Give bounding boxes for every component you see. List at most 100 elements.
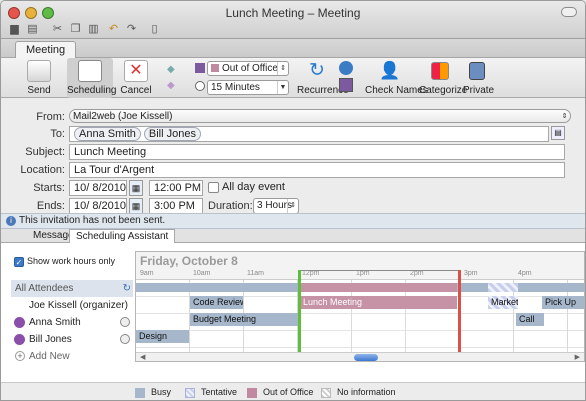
tab-scheduling-assistant[interactable]: Scheduling Assistant <box>69 229 176 243</box>
calendar-icon[interactable]: ▦ <box>129 180 143 196</box>
reminder-select[interactable]: 15 Minutes ▼ <box>207 80 289 95</box>
recurrence-label: Recurrence <box>297 85 349 96</box>
from-value: Mail2web (Joe Kissell) <box>73 111 173 122</box>
print-icon[interactable]: ▤ <box>26 23 39 35</box>
scheduling-assistant: ✓ Show work hours only All Attendees ↻ J… <box>1 243 585 382</box>
hour-label: 11am <box>247 270 264 277</box>
appointment-block[interactable]: Call <box>516 313 544 326</box>
all-attendees-tentative-bar <box>488 283 518 292</box>
tentative-swatch <box>185 388 195 398</box>
paste-icon[interactable]: ▥ <box>87 23 100 35</box>
address-book-icon[interactable]: ▤ <box>551 126 565 140</box>
response-icon[interactable]: ◆ <box>167 64 181 76</box>
recurrence-button[interactable]: ↻ Recurrence <box>297 58 349 98</box>
categorize-button[interactable]: Categorize <box>419 58 467 98</box>
hour-label: 9am <box>140 270 154 277</box>
to-label: To: <box>50 128 65 140</box>
tab-meeting[interactable]: Meeting <box>15 41 77 58</box>
attachment-icon[interactable]: ▯ <box>148 23 161 35</box>
all-day-checkbox[interactable] <box>208 182 219 193</box>
reminder-icon <box>195 81 205 91</box>
cancel-button[interactable]: ✕ Cancel <box>117 58 155 98</box>
legend: Busy Tentative Out of Office No informat… <box>1 382 585 400</box>
attendee-row-bill[interactable]: Bill Jones <box>11 331 133 348</box>
window-title: Lunch Meeting – Meeting <box>225 6 361 20</box>
out-of-office-label: Out of Office <box>263 387 314 397</box>
time-zones-icon[interactable] <box>339 78 353 92</box>
title-bar: Lunch Meeting – Meeting ▆ ▤ ✂ ❐ ▥ ↶ ↷ ▯ <box>1 1 585 39</box>
forward-icon[interactable]: ◆ <box>167 80 181 92</box>
toolbar-toggle-button[interactable] <box>561 7 577 17</box>
add-new-row[interactable]: + Add New <box>11 348 133 365</box>
undo-icon[interactable]: ↶ <box>107 23 120 35</box>
meeting-window: Lunch Meeting – Meeting ▆ ▤ ✂ ❐ ▥ ↶ ↷ ▯ … <box>0 0 586 401</box>
horizontal-scrollbar[interactable]: ◀ ▶ <box>136 352 584 361</box>
check-names-label: Check Names <box>365 85 428 96</box>
categorize-icon <box>431 62 449 80</box>
end-time-field[interactable]: 3:00 PM <box>149 198 203 214</box>
view-tabs: Message Scheduling Assistant <box>1 229 585 243</box>
from-stepper-icon: ⇕ <box>561 113 568 120</box>
show-as-icon <box>195 63 205 73</box>
hour-label: 3pm <box>464 270 478 277</box>
show-as-value: Out of Office <box>222 63 278 74</box>
ribbon: Send Scheduling ✕ Cancel ◆ ◆ Out of Offi… <box>1 58 585 98</box>
attendee-name: Bill Jones <box>29 334 72 345</box>
appointment-block[interactable]: Budget Meeting <box>190 313 298 326</box>
info-bar: i This invitation has not been sent. <box>1 213 585 229</box>
busy-swatch <box>135 388 145 398</box>
hour-label: 10am <box>193 270 211 277</box>
all-day-label: All day event <box>222 181 285 193</box>
private-button[interactable]: Private <box>463 58 494 98</box>
end-time-marker[interactable] <box>458 270 461 361</box>
cut-icon[interactable]: ✂ <box>51 23 64 35</box>
scroll-thumb[interactable] <box>354 354 378 361</box>
scroll-left-icon[interactable]: ◀ <box>140 353 145 361</box>
refresh-icon[interactable]: ↻ <box>123 280 131 297</box>
free-busy-grid: Friday, October 8 9am 10am 11am 12pm 1pm… <box>135 251 585 362</box>
scroll-right-icon[interactable]: ▶ <box>575 353 580 361</box>
show-as-select[interactable]: Out of Office ⇕ <box>207 61 289 76</box>
copy-icon[interactable]: ❐ <box>69 23 82 35</box>
calendar-icon[interactable]: ▦ <box>129 198 143 214</box>
recurrence-icon: ↻ <box>309 60 325 81</box>
duration-select[interactable]: 3 Hours ⇕ <box>253 198 299 214</box>
send-button[interactable]: Send <box>21 58 57 98</box>
scheduling-button[interactable]: Scheduling <box>67 58 116 98</box>
subject-field[interactable]: Lunch Meeting <box>69 144 565 160</box>
end-date-field[interactable]: 10/ 8/2010 <box>69 198 127 214</box>
date-header: Friday, October 8 <box>140 254 238 268</box>
appointment-block[interactable]: Pick Up <box>542 296 584 309</box>
recipient-chip[interactable]: Bill Jones <box>143 127 201 141</box>
grid-header: Friday, October 8 <box>136 252 584 270</box>
save-icon[interactable]: ▆ <box>8 23 21 35</box>
required-attendee-icon <box>14 334 25 345</box>
appointment-block[interactable]: Code Review <box>190 296 243 309</box>
ribbon-tabs: Meeting <box>1 39 585 58</box>
recipient-chip[interactable]: Anna Smith <box>74 127 141 141</box>
attendee-row-anna[interactable]: Anna Smith <box>11 314 133 331</box>
location-field[interactable]: La Tour d'Argent <box>69 162 565 178</box>
check-names-icon: 👤 <box>379 61 401 80</box>
directory-icon[interactable] <box>339 61 353 75</box>
work-hours-checkbox[interactable]: ✓ <box>14 257 24 267</box>
redo-icon[interactable]: ↷ <box>125 23 138 35</box>
appointment-block[interactable]: Market <box>488 296 518 309</box>
appointment-block[interactable]: Design <box>136 330 189 343</box>
to-field[interactable]: Anna Smith Bill Jones <box>69 126 549 142</box>
start-time-field[interactable]: 12:00 PM <box>149 180 203 196</box>
required-attendee-icon <box>14 317 25 328</box>
from-select[interactable]: Mail2web (Joe Kissell) ⇕ <box>69 109 571 123</box>
meeting-time-selection[interactable] <box>299 270 459 361</box>
lock-icon <box>469 62 485 80</box>
ends-label: Ends: <box>36 200 65 212</box>
reminder-dropdown-icon: ▼ <box>277 81 288 94</box>
all-attendees-label: All Attendees <box>15 283 74 294</box>
attendee-options-icon[interactable] <box>120 334 130 344</box>
start-time-marker[interactable] <box>298 270 301 361</box>
check-names-button[interactable]: 👤 Check Names <box>365 58 428 98</box>
duration-stepper-icon: ⇕ <box>287 199 298 213</box>
send-icon <box>27 60 51 82</box>
start-date-field[interactable]: 10/ 8/2010 <box>69 180 127 196</box>
attendee-options-icon[interactable] <box>120 317 130 327</box>
